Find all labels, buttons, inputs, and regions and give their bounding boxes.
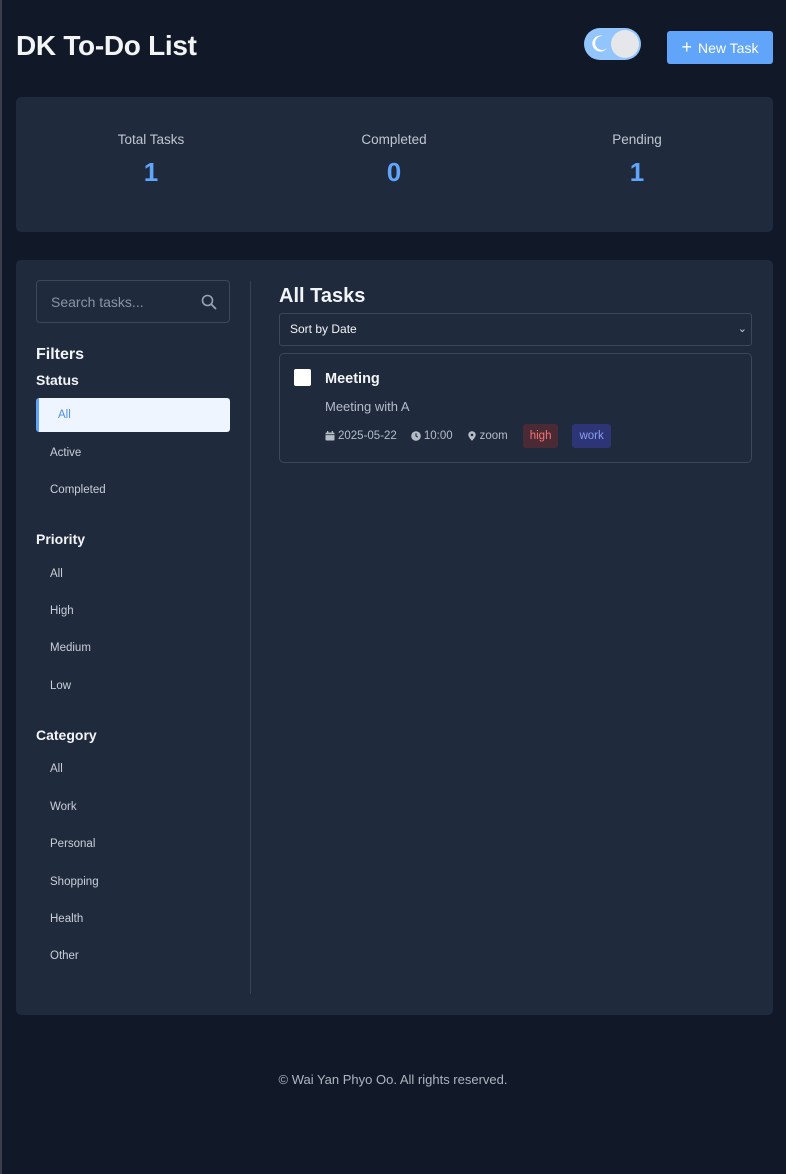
task-location-text: zoom (479, 430, 508, 442)
map-pin-icon (467, 431, 476, 441)
task-description: Meeting with A (325, 399, 410, 414)
priority-filter-high[interactable]: High (36, 594, 230, 628)
status-title: Status (36, 372, 79, 388)
status-filter-all[interactable]: All (36, 398, 230, 432)
plus-icon: + (681, 36, 693, 57)
toggle-knob (611, 30, 639, 58)
calendar-icon (325, 431, 335, 441)
clock-icon (411, 431, 421, 441)
sort-selected-value: Sort by Date (290, 322, 357, 336)
stats-panel: Total Tasks 1 Completed 0 Pending 1 (16, 97, 773, 232)
category-badge: work (572, 424, 611, 448)
category-filter-health[interactable]: Health (36, 902, 230, 936)
stat-pending: Pending 1 (537, 132, 737, 188)
filters-title: Filters (36, 346, 85, 363)
priority-title: Priority (36, 531, 86, 547)
task-date-text: 2025-05-22 (338, 430, 397, 442)
priority-filter-all[interactable]: All (36, 557, 230, 591)
moon-icon (592, 35, 607, 52)
sidebar-divider (250, 281, 251, 994)
stat-label: Completed (361, 132, 427, 147)
category-filter-shopping[interactable]: Shopping (36, 865, 230, 899)
sort-select[interactable]: Sort by Date ⌄ (279, 313, 752, 346)
window-edge (0, 0, 2, 1174)
search-box (36, 280, 230, 323)
new-task-label: New Task (698, 39, 759, 56)
stat-value: 1 (629, 157, 645, 187)
task-time-text: 10:00 (423, 430, 453, 442)
priority-badge: high (522, 424, 559, 448)
stat-value: 1 (143, 157, 159, 187)
category-filter-personal[interactable]: Personal (36, 827, 230, 861)
theme-toggle[interactable] (584, 28, 641, 60)
priority-filter-medium[interactable]: Medium (36, 631, 230, 665)
task-meta: 2025-05-22 10:00 zoom high work (325, 424, 611, 448)
task-location: zoom (467, 430, 508, 442)
search-icon[interactable] (201, 294, 217, 310)
stat-completed: Completed 0 (294, 132, 494, 188)
task-checkbox[interactable] (294, 369, 311, 386)
app-title: DK To-Do List (16, 30, 197, 61)
task-card[interactable]: Meeting Meeting with A 2025-05-22 10:00 (279, 353, 752, 463)
header: DK To-Do List + New Task (16, 28, 773, 68)
stat-label: Total Tasks (117, 132, 185, 147)
search-input[interactable] (37, 281, 197, 322)
stat-total: Total Tasks 1 (51, 132, 251, 188)
chevron-down-icon: ⌄ (737, 323, 747, 335)
category-filter-all[interactable]: All (36, 752, 230, 786)
status-filter-completed[interactable]: Completed (36, 473, 230, 507)
task-time: 10:00 (411, 430, 453, 442)
stat-label: Pending (612, 132, 662, 147)
category-filter-work[interactable]: Work (36, 790, 230, 824)
stat-value: 0 (386, 157, 402, 187)
task-title: Meeting (325, 371, 380, 387)
priority-filter-low[interactable]: Low (36, 669, 230, 703)
status-filter-active[interactable]: Active (36, 436, 230, 470)
footer-text: © Wai Yan Phyo Oo. All rights reserved. (278, 1072, 508, 1087)
category-title: Category (36, 727, 97, 743)
main-panel: Filters Status All Active Completed Prio… (16, 260, 773, 1015)
new-task-button[interactable]: + New Task (667, 31, 773, 64)
category-filter-other[interactable]: Other (36, 939, 230, 973)
task-date: 2025-05-22 (325, 430, 397, 442)
tasks-title: All Tasks (279, 285, 366, 307)
